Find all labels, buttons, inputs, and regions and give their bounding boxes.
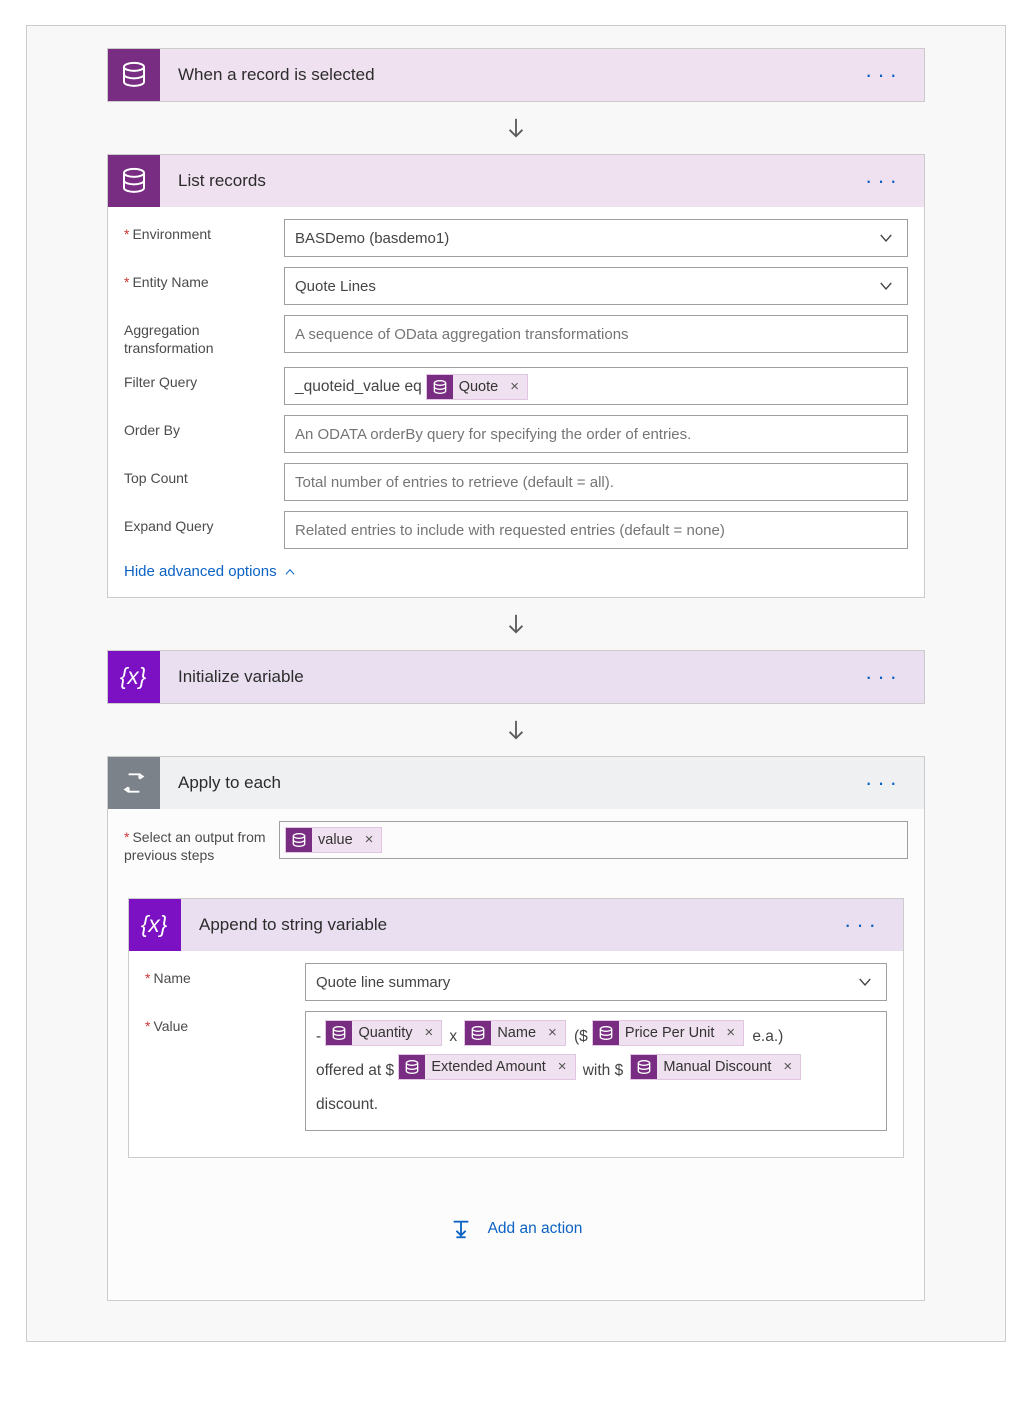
database-icon [108, 155, 160, 207]
top-label: Top Count [124, 463, 284, 486]
append-title: Append to string variable [181, 915, 822, 935]
value-token[interactable]: value × [285, 827, 382, 853]
filter-label: Filter Query [124, 367, 284, 390]
name-select[interactable]: Quote line summary [305, 963, 887, 1001]
manual-discount-token[interactable]: Manual Discount× [630, 1054, 801, 1080]
hide-advanced-link[interactable]: Hide advanced options [124, 559, 297, 580]
loop-icon [108, 757, 160, 809]
name-token[interactable]: Name× [464, 1020, 565, 1046]
arrow-down-icon [107, 102, 925, 154]
entity-select[interactable]: Quote Lines [284, 267, 908, 305]
database-icon [427, 375, 453, 399]
init-var-title: Initialize variable [160, 667, 843, 687]
database-icon [108, 49, 160, 101]
close-icon[interactable]: × [540, 1016, 565, 1050]
expand-input[interactable]: Related entries to include with requeste… [284, 511, 908, 549]
chevron-down-icon [877, 277, 895, 295]
list-records-title: List records [160, 171, 843, 191]
close-icon[interactable]: × [357, 826, 382, 854]
select-output-input[interactable]: value × [279, 821, 908, 859]
menu-button[interactable]: ··· [843, 176, 924, 186]
close-icon[interactable]: × [550, 1050, 575, 1084]
menu-button[interactable]: ··· [822, 920, 903, 930]
aggregation-input[interactable]: A sequence of OData aggregation transfor… [284, 315, 908, 353]
menu-button[interactable]: ··· [843, 672, 924, 682]
list-records-card[interactable]: List records ··· Environment BASDemo (ba… [107, 154, 925, 598]
close-icon[interactable]: × [775, 1050, 800, 1084]
filter-input[interactable]: _quoteid_value eq Quote × [284, 367, 908, 405]
close-icon[interactable]: × [416, 1016, 441, 1050]
quantity-token[interactable]: Quantity× [325, 1020, 442, 1046]
flow-designer-canvas: When a record is selected ··· List recor… [26, 25, 1006, 1342]
price-token[interactable]: Price Per Unit× [592, 1020, 744, 1046]
chevron-down-icon [877, 229, 895, 247]
extended-token[interactable]: Extended Amount× [398, 1054, 575, 1080]
chevron-down-icon [856, 973, 874, 991]
close-icon[interactable]: × [718, 1016, 743, 1050]
append-string-card[interactable]: Append to string variable ··· Name Quote… [128, 898, 904, 1158]
aggregation-label: Aggregation transformation [124, 315, 284, 357]
caret-up-icon [283, 565, 297, 579]
top-input[interactable]: Total number of entries to retrieve (def… [284, 463, 908, 501]
quote-token[interactable]: Quote × [426, 374, 528, 400]
arrow-down-icon [107, 704, 925, 756]
apply-each-title: Apply to each [160, 773, 843, 793]
initialize-variable-card[interactable]: Initialize variable ··· [107, 650, 925, 704]
value-input[interactable]: - Quantity× x Name× ($ Price Per Unit× e… [305, 1011, 887, 1131]
menu-button[interactable]: ··· [843, 70, 924, 80]
select-output-label: Select an output from previous steps [124, 821, 279, 864]
environment-select[interactable]: BASDemo (basdemo1) [284, 219, 908, 257]
name-label: Name [145, 963, 305, 986]
add-action-button[interactable]: Add an action [128, 1158, 904, 1290]
close-icon[interactable]: × [502, 373, 527, 401]
arrow-down-icon [107, 598, 925, 650]
trigger-card[interactable]: When a record is selected ··· [107, 48, 925, 102]
orderby-label: Order By [124, 415, 284, 438]
expand-label: Expand Query [124, 511, 284, 534]
trigger-title: When a record is selected [160, 65, 843, 85]
variable-icon [108, 651, 160, 703]
database-icon [286, 828, 312, 852]
value-label: Value [145, 1011, 305, 1034]
orderby-input[interactable]: An ODATA orderBy query for specifying th… [284, 415, 908, 453]
insert-step-icon [450, 1218, 472, 1240]
apply-to-each-card[interactable]: Apply to each ··· Select an output from … [107, 756, 925, 1301]
variable-icon [129, 899, 181, 951]
environment-label: Environment [124, 219, 284, 242]
entity-label: Entity Name [124, 267, 284, 290]
menu-button[interactable]: ··· [843, 778, 924, 788]
